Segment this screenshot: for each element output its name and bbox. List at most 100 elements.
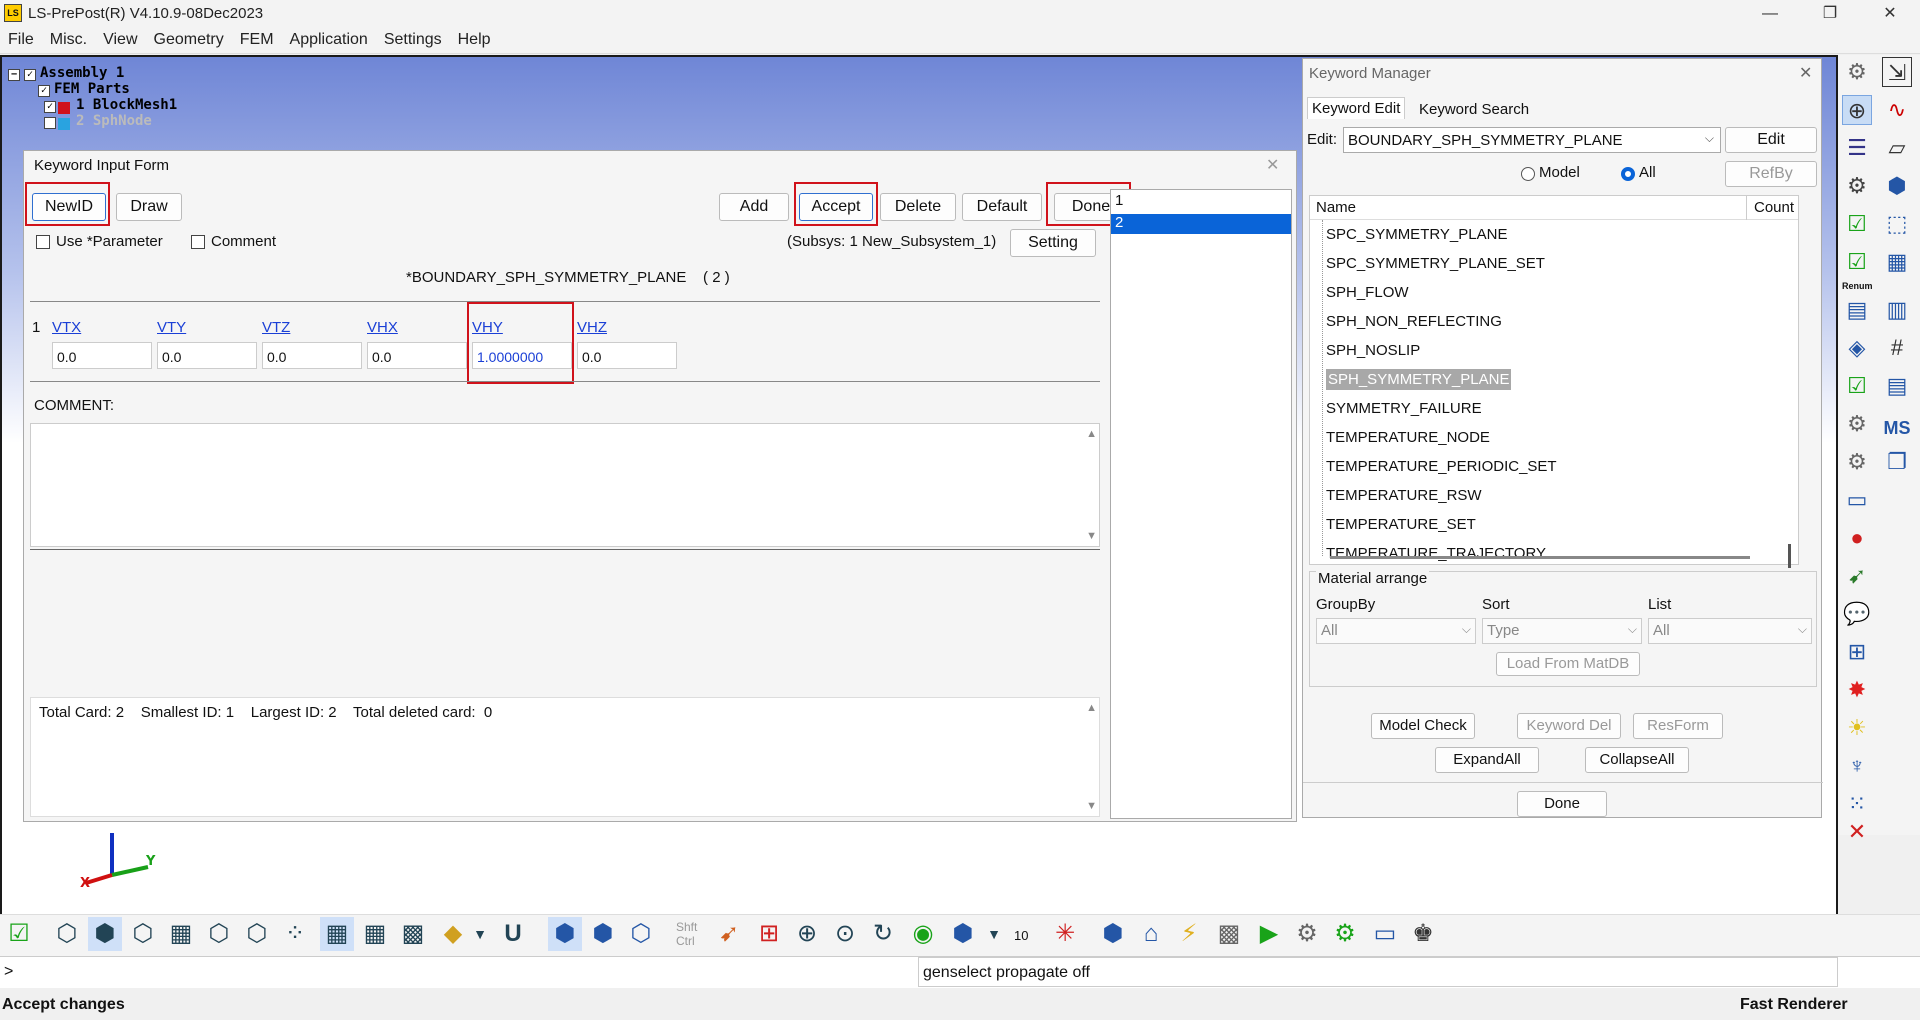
list-ops-icon[interactable]: ☰	[1842, 133, 1872, 163]
model-gear-icon[interactable]: ⚙	[1842, 171, 1872, 201]
check-list-icon[interactable]: ☑	[1842, 209, 1872, 239]
dots-grid-icon[interactable]: ⁙	[1842, 789, 1872, 819]
list-item[interactable]: TEMPERATURE_PERIODIC_SET	[1326, 458, 1557, 475]
chart-window-icon[interactable]: ▭	[1368, 917, 1402, 951]
color-wheel-icon[interactable]: ●	[1842, 523, 1872, 553]
list-item[interactable]: TEMPERATURE_RSW	[1326, 487, 1482, 504]
status-scroll-up-icon[interactable]: ▲	[1086, 702, 1097, 714]
edit-button[interactable]: Edit	[1725, 127, 1817, 153]
ms-icon[interactable]: MS	[1882, 413, 1912, 443]
plane-icon[interactable]: ▱	[1882, 133, 1912, 163]
gears-icon[interactable]: ⚙	[1290, 917, 1324, 951]
pick-icon[interactable]: ➹	[712, 917, 746, 951]
load-matdb-button[interactable]: Load From MatDB	[1496, 652, 1640, 676]
status-scroll-down-icon[interactable]: ▼	[1086, 800, 1097, 812]
outline-cube-icon[interactable]: ⬡	[240, 917, 274, 951]
light-bulb-icon[interactable]: ☀	[1842, 713, 1872, 743]
axis-icon[interactable]: ✳	[1048, 917, 1082, 951]
tree-part1[interactable]: 1 BlockMesh1	[76, 97, 177, 113]
vtz-label[interactable]: VTZ	[262, 319, 290, 336]
tree-hscroll-thumb[interactable]	[1330, 556, 1750, 559]
shaded-cube-icon[interactable]: ⬢	[88, 917, 122, 951]
grid-mesh-toggle-icon[interactable]: ▦	[358, 917, 392, 951]
list-item[interactable]: SPC_SYMMETRY_PLANE	[1326, 226, 1507, 243]
node-gear-icon[interactable]: ⚙	[1842, 447, 1872, 477]
use-parameter-checkbox[interactable]	[36, 235, 50, 249]
wireframe-cube-icon[interactable]: ⬡	[50, 917, 84, 951]
box-fill-icon[interactable]: ⬢	[586, 917, 620, 951]
vtx-input[interactable]: 0.0	[52, 342, 152, 369]
hierarchy-icon[interactable]: ♚	[1406, 917, 1440, 951]
vty-input[interactable]: 0.0	[157, 342, 257, 369]
play-icon[interactable]: ▶	[1252, 917, 1286, 951]
tree-expander[interactable]: −	[8, 69, 20, 81]
list-item[interactable]: TEMPERATURE_TRAJECTORY	[1326, 545, 1546, 562]
command-input[interactable]	[10, 959, 910, 985]
part-box-icon[interactable]: ⬢	[1096, 917, 1130, 951]
tree-structure-icon[interactable]: ♆	[1842, 751, 1872, 781]
list-item[interactable]: SPH_NOSLIP	[1326, 342, 1420, 359]
scroll-down-icon[interactable]: ▼	[1086, 530, 1097, 542]
zoom-value[interactable]: 10	[1014, 928, 1028, 943]
house-icon[interactable]: ⌂	[1134, 917, 1168, 951]
col-count-header[interactable]: Count	[1754, 199, 1794, 216]
renumber-icon[interactable]: ☑	[1842, 247, 1872, 277]
add-button[interactable]: Add	[719, 193, 789, 221]
cross-arrows-icon[interactable]: ✕	[1842, 817, 1872, 847]
id-list[interactable]: 1 2	[1110, 189, 1292, 819]
tree-vscroll-thumb[interactable]	[1788, 544, 1791, 568]
part1-checkbox[interactable]: ✓	[44, 101, 56, 113]
fringe-dropdown-icon[interactable]: ▼	[470, 917, 490, 951]
feature-cube-icon[interactable]: ⬡	[202, 917, 236, 951]
mesh-grid-icon[interactable]: ▦	[1882, 247, 1912, 277]
explosion-icon[interactable]: ✸	[1842, 675, 1872, 705]
select-check-icon[interactable]: ☑	[2, 917, 36, 951]
grid-shade-icon[interactable]: ▦	[320, 917, 354, 951]
mesh-cube-icon[interactable]: ▦	[164, 917, 198, 951]
part2-checkbox[interactable]	[44, 117, 56, 129]
curve-icon[interactable]: ∿	[1882, 95, 1912, 125]
assembly-checkbox[interactable]: ✓	[24, 69, 36, 81]
keyword-tree[interactable]: Name Count SPC_SYMMETRY_PLANE SPC_SYMMET…	[1309, 195, 1799, 568]
menu-view[interactable]: View	[95, 28, 145, 52]
comment-bubble-icon[interactable]: 💬	[1842, 599, 1872, 629]
cube-transform-icon[interactable]: ⬚	[1882, 209, 1912, 239]
element-gen-icon[interactable]: ▤	[1842, 295, 1872, 325]
fem-parts-checkbox[interactable]: ✓	[38, 85, 50, 97]
hidden-line-cube-icon[interactable]: ⬡	[126, 917, 160, 951]
resform-button[interactable]: ResForm	[1633, 713, 1723, 739]
list-item[interactable]: SPC_SYMMETRY_PLANE_SET	[1326, 255, 1545, 272]
km-close-button[interactable]: ✕	[1799, 63, 1812, 83]
menu-file[interactable]: File	[0, 28, 42, 52]
groupby-select[interactable]: All ⌵	[1316, 618, 1476, 644]
settings-gear-icon[interactable]: ⚙	[1842, 409, 1872, 439]
tab-keyword-search[interactable]: Keyword Search	[1415, 99, 1533, 120]
edit-combobox[interactable]: BOUNDARY_SPH_SYMMETRY_PLANE ⌵	[1343, 127, 1721, 153]
default-button[interactable]: Default	[962, 193, 1042, 221]
col-name-header[interactable]: Name	[1316, 199, 1356, 216]
kif-close-button[interactable]: ✕	[1266, 155, 1279, 175]
vhx-input[interactable]: 0.0	[367, 342, 467, 369]
maximize-button[interactable]: ❐	[1800, 0, 1860, 28]
rotate-icon[interactable]: ↻	[866, 917, 900, 951]
id-list-item[interactable]: 1	[1111, 192, 1291, 212]
check-mesh-icon[interactable]: ☑	[1842, 371, 1872, 401]
grid-mesh-icon[interactable]: #	[1882, 333, 1912, 363]
solid-shape-icon[interactable]: ⬢	[1882, 171, 1912, 201]
list-item[interactable]: TEMPERATURE_SET	[1326, 516, 1476, 533]
refby-button[interactable]: RefBy	[1725, 161, 1817, 187]
menu-geometry[interactable]: Geometry	[146, 28, 232, 52]
vtz-input[interactable]: 0.0	[262, 342, 362, 369]
green-gears-icon[interactable]: ⚙	[1328, 917, 1362, 951]
tree-fem-parts[interactable]: FEM Parts	[54, 81, 130, 97]
radio-all[interactable]	[1621, 167, 1635, 181]
zoom-window-icon[interactable]: ⊕	[790, 917, 824, 951]
shft-ctrl-label[interactable]: Shft Ctrl	[676, 920, 697, 948]
minimize-button[interactable]: —	[1740, 0, 1800, 28]
tree-assembly[interactable]: Assembly 1	[40, 65, 124, 81]
vhx-label[interactable]: VHX	[367, 319, 398, 336]
menu-misc[interactable]: Misc.	[42, 28, 95, 52]
draw-button[interactable]: Draw	[116, 193, 182, 221]
km-done-button[interactable]: Done	[1517, 791, 1607, 817]
selection-pointer-icon[interactable]: ➹	[1842, 561, 1872, 591]
